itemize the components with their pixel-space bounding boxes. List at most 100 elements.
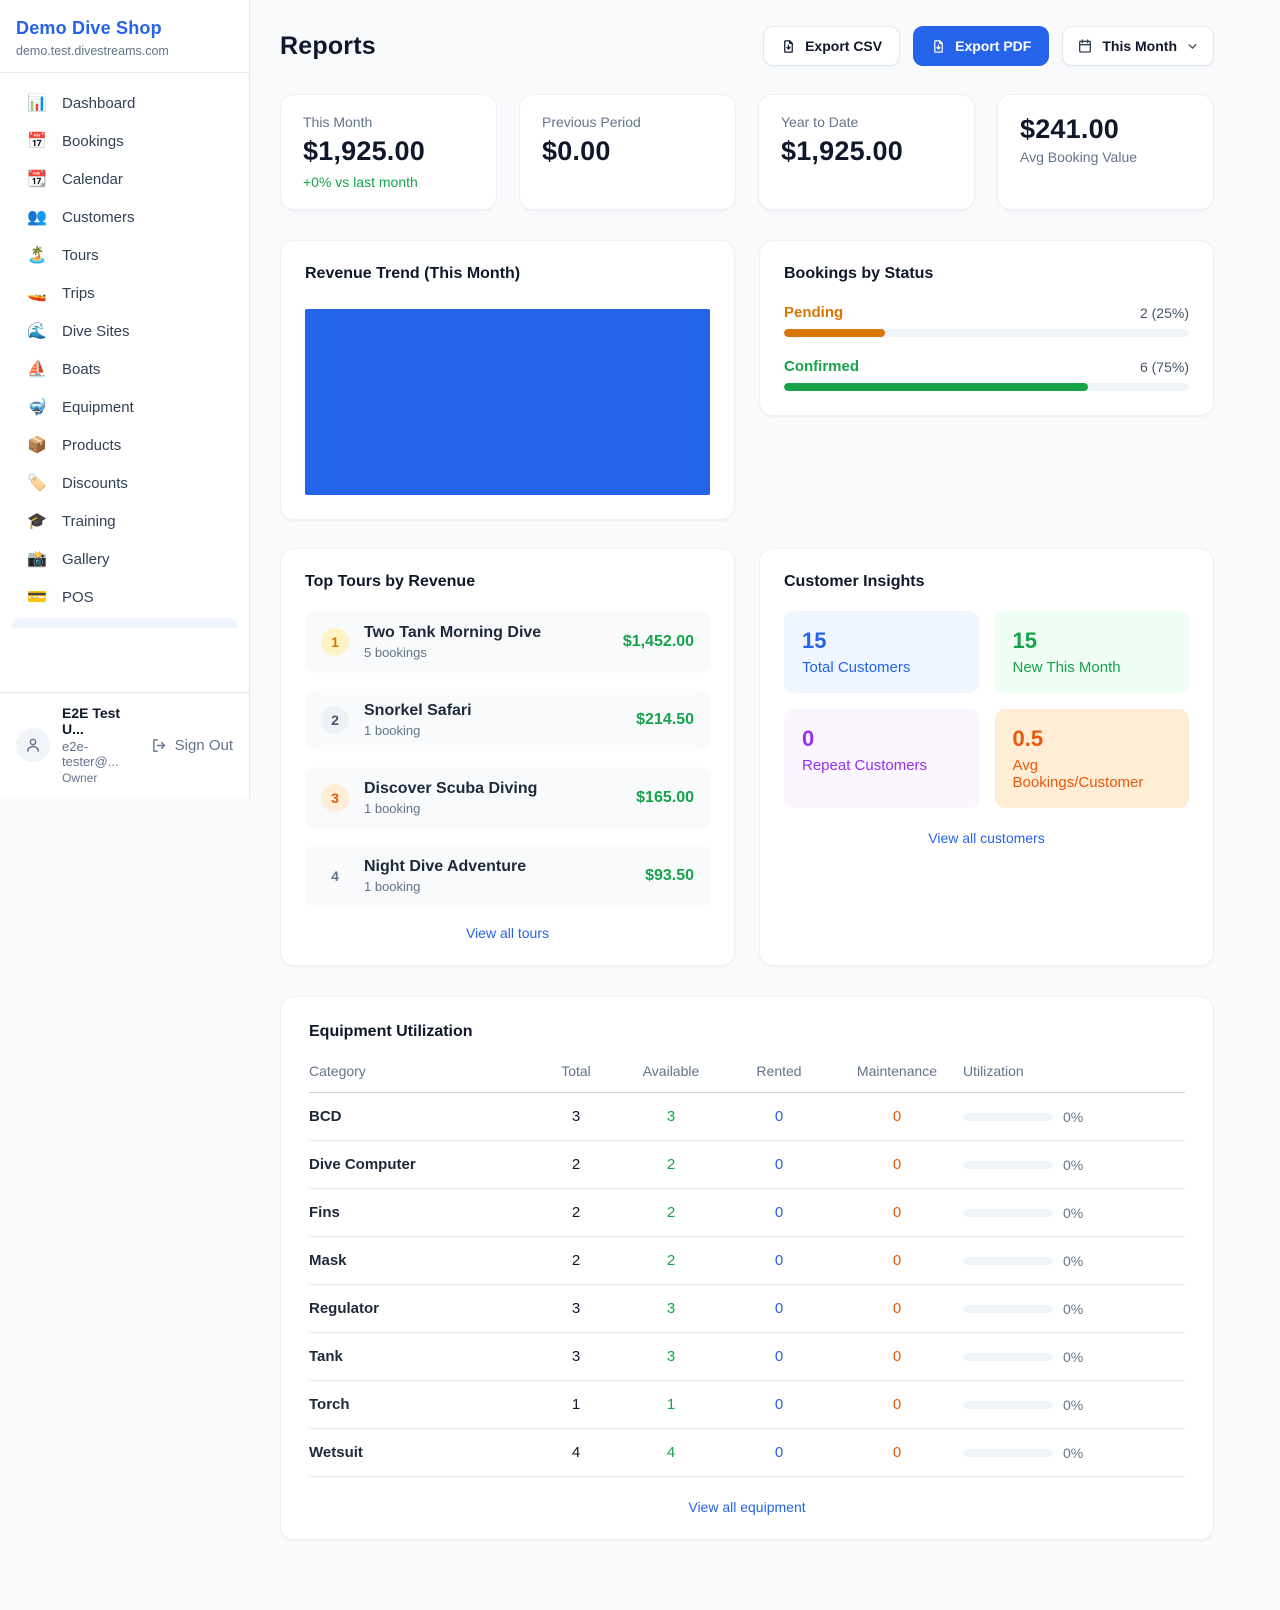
sidebar-item-pos[interactable]: 💳 POS	[12, 579, 237, 616]
equipment-total: 2	[537, 1252, 615, 1269]
sidebar-item-label: Boats	[62, 361, 100, 378]
equipment-rented: 0	[727, 1252, 831, 1269]
insight-repeat-customers: 0 Repeat Customers	[784, 709, 979, 808]
sidebar-item-bookings[interactable]: 📅 Bookings	[12, 123, 237, 160]
sidebar-item-label: Tours	[62, 247, 99, 264]
sign-out-icon	[151, 737, 168, 754]
equipment-table-body: BCD 3 3 0 0 0% Div	[309, 1093, 1185, 1477]
period-selected-label: This Month	[1102, 38, 1177, 54]
user-email: e2e-tester@...	[62, 739, 139, 769]
stat-delta: +0% vs last month	[303, 174, 474, 190]
export-csv-button[interactable]: Export CSV	[763, 26, 900, 66]
equipment-maintenance: 0	[831, 1204, 963, 1221]
sidebar-item-dive-sites[interactable]: 🌊 Dive Sites	[12, 313, 237, 350]
sidebar-item-label: Customers	[62, 209, 135, 226]
status-label: Pending	[784, 304, 843, 321]
revenue-trend-chart	[305, 309, 710, 495]
equipment-total: 3	[537, 1108, 615, 1125]
view-all-tours-link[interactable]: View all tours	[305, 925, 710, 941]
equipment-maintenance: 0	[831, 1108, 963, 1125]
island-icon: 🏝️	[26, 248, 48, 264]
sign-out-label: Sign Out	[175, 737, 233, 754]
stat-label: This Month	[303, 114, 474, 130]
tile-value: 0	[802, 726, 961, 752]
utilization-percent: 0%	[1063, 1445, 1083, 1461]
sidebar-item-label: Bookings	[62, 133, 124, 150]
sidebar-item-boats[interactable]: ⛵ Boats	[12, 351, 237, 388]
camera-icon: 📸	[26, 552, 48, 568]
tour-bookings: 1 booking	[364, 723, 636, 738]
stat-label: Previous Period	[542, 114, 713, 130]
equipment-maintenance: 0	[831, 1444, 963, 1461]
sidebar-item-label: Equipment	[62, 399, 134, 416]
sidebar-item-training[interactable]: 🎓 Training	[12, 503, 237, 540]
status-list: Pending 2 (25%) Confirmed 6 (75%)	[784, 304, 1189, 391]
stat-label: Year to Date	[781, 114, 952, 130]
status-count: 2 (25%)	[1140, 305, 1189, 321]
equipment-maintenance: 0	[831, 1348, 963, 1365]
sidebar-item-calendar[interactable]: 📆 Calendar	[12, 161, 237, 198]
bookings-by-status-title: Bookings by Status	[784, 265, 1189, 283]
export-csv-label: Export CSV	[805, 38, 882, 54]
equipment-total: 3	[537, 1300, 615, 1317]
utilization-bar-track	[963, 1449, 1053, 1457]
tour-row: 3 Discover Scuba Diving 1 booking $165.0…	[305, 767, 710, 829]
calendar-icon: 📅	[26, 134, 48, 150]
utilization-bar-track	[963, 1353, 1053, 1361]
tour-row: 2 Snorkel Safari 1 booking $214.50	[305, 689, 710, 751]
stat-value: $241.00	[1020, 114, 1191, 145]
equipment-rented: 0	[727, 1156, 831, 1173]
status-row: Confirmed 6 (75%)	[784, 358, 1189, 391]
period-selector[interactable]: This Month	[1062, 26, 1214, 66]
sidebar-item-products[interactable]: 📦 Products	[12, 427, 237, 464]
tile-label: Avg Bookings/Customer	[1013, 757, 1172, 791]
sidebar-item-trips[interactable]: 🚤 Trips	[12, 275, 237, 312]
sidebar-item-gallery[interactable]: 📸 Gallery	[12, 541, 237, 578]
tour-amount: $1,452.00	[623, 633, 694, 651]
equipment-category: Dive Computer	[309, 1156, 537, 1173]
top-tours-title: Top Tours by Revenue	[305, 573, 710, 591]
equipment-total: 2	[537, 1156, 615, 1173]
equipment-available: 2	[615, 1156, 727, 1173]
bookings-by-status-card: Bookings by Status Pending 2 (25%)	[759, 240, 1214, 416]
revenue-trend-card: Revenue Trend (This Month)	[280, 240, 735, 520]
sidebar-header: Demo Dive Shop demo.test.divestreams.com	[0, 0, 249, 73]
equipment-row: Mask 2 2 0 0 0%	[309, 1237, 1185, 1285]
status-bar-fill	[784, 383, 1088, 391]
tour-bookings: 1 booking	[364, 879, 645, 894]
status-count: 6 (75%)	[1140, 359, 1189, 375]
sidebar-item-customers[interactable]: 👥 Customers	[12, 199, 237, 236]
sidebar-item-reports-active-partial[interactable]	[12, 618, 237, 628]
sign-out-button[interactable]: Sign Out	[151, 737, 233, 754]
view-all-customers-link[interactable]: View all customers	[784, 830, 1189, 846]
sidebar-item-equipment[interactable]: 🤿 Equipment	[12, 389, 237, 426]
export-pdf-button[interactable]: Export PDF	[913, 26, 1049, 66]
sidebar-item-label: Training	[62, 513, 116, 530]
equipment-row: Dive Computer 2 2 0 0 0%	[309, 1141, 1185, 1189]
user-role: Owner	[62, 771, 139, 785]
insight-tiles: 15 Total Customers 15 New This Month 0 R…	[784, 611, 1189, 808]
equipment-available: 1	[615, 1396, 727, 1413]
person-icon	[24, 736, 42, 754]
tag-icon: 🏷️	[26, 476, 48, 492]
calendar-pad-icon: 📆	[26, 172, 48, 188]
equipment-rented: 0	[727, 1204, 831, 1221]
utilization-bar-track	[963, 1401, 1053, 1409]
sidebar-item-discounts[interactable]: 🏷️ Discounts	[12, 465, 237, 502]
equipment-total: 1	[537, 1396, 615, 1413]
sidebar-item-tours[interactable]: 🏝️ Tours	[12, 237, 237, 274]
equipment-total: 3	[537, 1348, 615, 1365]
column-header-available: Available	[615, 1063, 727, 1079]
view-all-equipment-link[interactable]: View all equipment	[309, 1499, 1185, 1515]
sidebar-item-label: Gallery	[62, 551, 110, 568]
stat-card: Avg Booking Value $241.00	[997, 94, 1214, 210]
user-name: E2E Test U...	[62, 705, 139, 737]
customer-insights-title: Customer Insights	[784, 573, 1189, 591]
tile-label: Repeat Customers	[802, 757, 961, 774]
sailboat-icon: ⛵	[26, 362, 48, 378]
insight-avg-bookings: 0.5 Avg Bookings/Customer	[995, 709, 1190, 808]
tile-label: Total Customers	[802, 659, 961, 676]
credit-card-icon: 💳	[26, 590, 48, 606]
sidebar-item-dashboard[interactable]: 📊 Dashboard	[12, 85, 237, 122]
equipment-rented: 0	[727, 1348, 831, 1365]
